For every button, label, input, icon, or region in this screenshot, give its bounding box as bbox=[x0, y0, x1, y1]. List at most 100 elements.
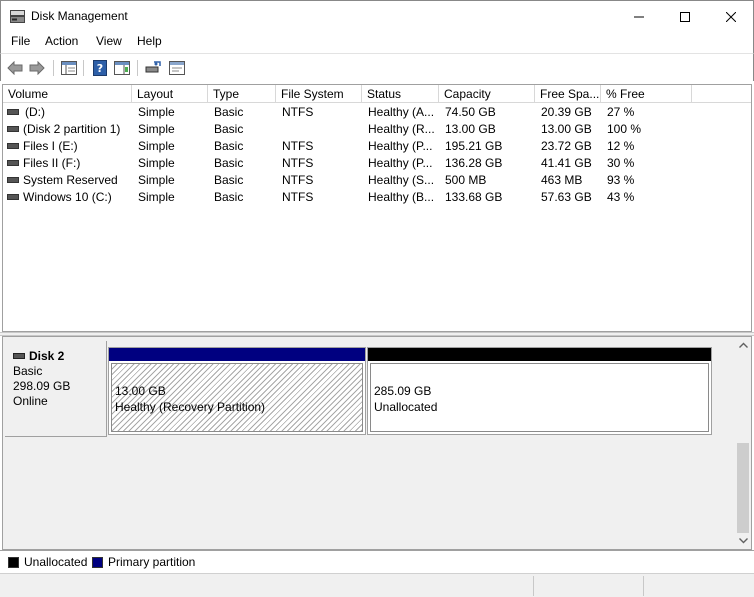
back-arrow-icon bbox=[7, 61, 23, 75]
legend-swatch-unallocated bbox=[8, 557, 19, 568]
volume-type: Basic bbox=[214, 190, 244, 204]
partition-body: 13.00 GB Healthy (Recovery Partition) bbox=[111, 363, 363, 432]
volume-percent-free: 43 % bbox=[607, 190, 635, 204]
volume-type: Basic bbox=[214, 122, 244, 136]
volume-free-space: 13.00 GB bbox=[541, 122, 592, 136]
minimize-button[interactable] bbox=[616, 1, 662, 32]
volume-file-system bbox=[282, 121, 362, 138]
volume-layout: Simple bbox=[138, 122, 175, 136]
volume-type: Basic bbox=[214, 156, 244, 170]
partition-recovery[interactable]: 13.00 GB Healthy (Recovery Partition) bbox=[108, 347, 366, 435]
volume-list-header: Volume Layout Type File System Status Ca… bbox=[3, 85, 751, 103]
volume-layout: Simple bbox=[138, 190, 175, 204]
volume-percent-free: 12 % bbox=[607, 139, 635, 153]
forward-arrow-icon bbox=[29, 61, 45, 75]
disk-management-app-icon bbox=[10, 10, 25, 23]
svg-text:?: ? bbox=[97, 62, 103, 75]
volume-layout: Simple bbox=[138, 156, 175, 170]
forward-button[interactable] bbox=[27, 58, 47, 78]
volume-status: Healthy (R... bbox=[368, 122, 435, 136]
maximize-icon bbox=[680, 11, 690, 22]
status-bar bbox=[0, 573, 754, 597]
chevron-down-icon bbox=[738, 538, 748, 544]
scrollbar-thumb[interactable] bbox=[737, 443, 749, 533]
partition-unallocated[interactable]: 285.09 GB Unallocated bbox=[367, 347, 712, 435]
toolbar-separator bbox=[53, 60, 54, 76]
menu-file[interactable]: File bbox=[11, 34, 30, 48]
volume-name: (Disk 2 partition 1) bbox=[23, 122, 121, 136]
column-header-file-system[interactable]: File System bbox=[276, 85, 362, 103]
menu-view[interactable]: View bbox=[96, 34, 122, 48]
legend: Unallocated Primary partition bbox=[0, 550, 754, 572]
column-header-status[interactable]: Status bbox=[362, 85, 439, 103]
volume-capacity: 500 MB bbox=[445, 173, 487, 187]
disk-2-label[interactable]: Disk 2 Basic 298.09 GB Online bbox=[5, 341, 107, 437]
disk-connect-icon bbox=[145, 61, 161, 73]
volume-type: Basic bbox=[214, 139, 244, 153]
properties-button[interactable] bbox=[167, 58, 187, 78]
volume-name: Files II (F:) bbox=[23, 156, 81, 170]
volume-row[interactable]: Files I (E:) Simple Basic NTFS Healthy (… bbox=[3, 138, 751, 155]
help-button[interactable]: ? bbox=[90, 58, 110, 78]
back-button[interactable] bbox=[5, 58, 25, 78]
scroll-up-button[interactable] bbox=[735, 337, 751, 353]
vertical-scrollbar[interactable] bbox=[735, 337, 751, 549]
scroll-down-button[interactable] bbox=[735, 533, 751, 549]
volume-row[interactable]: Windows 10 (C:) Simple Basic NTFS Health… bbox=[3, 189, 751, 206]
volume-icon bbox=[7, 109, 19, 115]
column-header-type[interactable]: Type bbox=[208, 85, 276, 103]
volume-status: Healthy (A... bbox=[368, 105, 435, 119]
volume-free-space: 57.63 GB bbox=[541, 190, 592, 204]
properties-window-icon bbox=[169, 61, 185, 75]
menu-action[interactable]: Action bbox=[45, 34, 78, 48]
volume-percent-free: 100 % bbox=[607, 122, 642, 136]
volume-name: System Reserved bbox=[23, 173, 118, 187]
disk-status: Online bbox=[13, 394, 48, 408]
toolbar-separator bbox=[137, 60, 138, 76]
disk-graphical-view: Disk 2 Basic 298.09 GB Online 13.00 GB H… bbox=[2, 336, 752, 550]
menu-help[interactable]: Help bbox=[137, 34, 162, 48]
show-hide-console-tree-button[interactable] bbox=[59, 58, 79, 78]
volume-capacity: 133.68 GB bbox=[445, 190, 503, 204]
partition-status: Unallocated bbox=[374, 400, 438, 414]
volume-status: Healthy (P... bbox=[368, 156, 433, 170]
volume-file-system: NTFS bbox=[282, 105, 314, 119]
column-header-free-space[interactable]: Free Spa... bbox=[535, 85, 601, 103]
volume-status: Healthy (S... bbox=[368, 173, 435, 187]
partition-status: Healthy (Recovery Partition) bbox=[115, 400, 266, 414]
volume-row[interactable]: Files II (F:) Simple Basic NTFS Healthy … bbox=[3, 155, 751, 172]
volume-row[interactable]: (Disk 2 partition 1) Simple Basic Health… bbox=[3, 121, 751, 138]
show-hide-action-pane-button[interactable] bbox=[112, 58, 132, 78]
action-pane-icon bbox=[114, 61, 130, 75]
column-header-capacity[interactable]: Capacity bbox=[439, 85, 535, 103]
window-title: Disk Management bbox=[31, 9, 128, 23]
legend-label-unallocated: Unallocated bbox=[24, 555, 88, 569]
volume-layout: Simple bbox=[138, 105, 175, 119]
connect-virtual-disk-button[interactable] bbox=[143, 58, 163, 78]
status-bar-separator bbox=[533, 576, 534, 596]
close-icon bbox=[726, 11, 736, 22]
column-header-percent-free[interactable]: % Free bbox=[601, 85, 692, 103]
disk-size: 298.09 GB bbox=[13, 379, 71, 393]
maximize-button[interactable] bbox=[662, 1, 708, 32]
close-button[interactable] bbox=[708, 1, 754, 32]
volume-type: Basic bbox=[214, 173, 244, 187]
legend-label-primary: Primary partition bbox=[108, 555, 196, 569]
volume-percent-free: 27 % bbox=[607, 105, 635, 119]
volume-file-system: NTFS bbox=[282, 156, 314, 170]
title-bar: Disk Management bbox=[0, 0, 754, 31]
volume-free-space: 41.41 GB bbox=[541, 156, 592, 170]
volume-row[interactable]: System Reserved Simple Basic NTFS Health… bbox=[3, 172, 751, 189]
disk-icon bbox=[13, 353, 25, 359]
column-header-volume[interactable]: Volume bbox=[3, 85, 132, 103]
help-book-icon: ? bbox=[93, 60, 107, 76]
menu-bar: File Action View Help bbox=[0, 31, 754, 53]
volume-icon bbox=[7, 177, 19, 183]
volume-row[interactable]: (D:) Simple Basic NTFS Healthy (A... 74.… bbox=[3, 104, 751, 121]
volume-type: Basic bbox=[214, 105, 244, 119]
column-header-layout[interactable]: Layout bbox=[132, 85, 208, 103]
legend-swatch-primary bbox=[92, 557, 103, 568]
partition-color-bar bbox=[109, 348, 365, 361]
volume-status: Healthy (P... bbox=[368, 139, 433, 153]
toolbar-separator bbox=[83, 60, 84, 76]
